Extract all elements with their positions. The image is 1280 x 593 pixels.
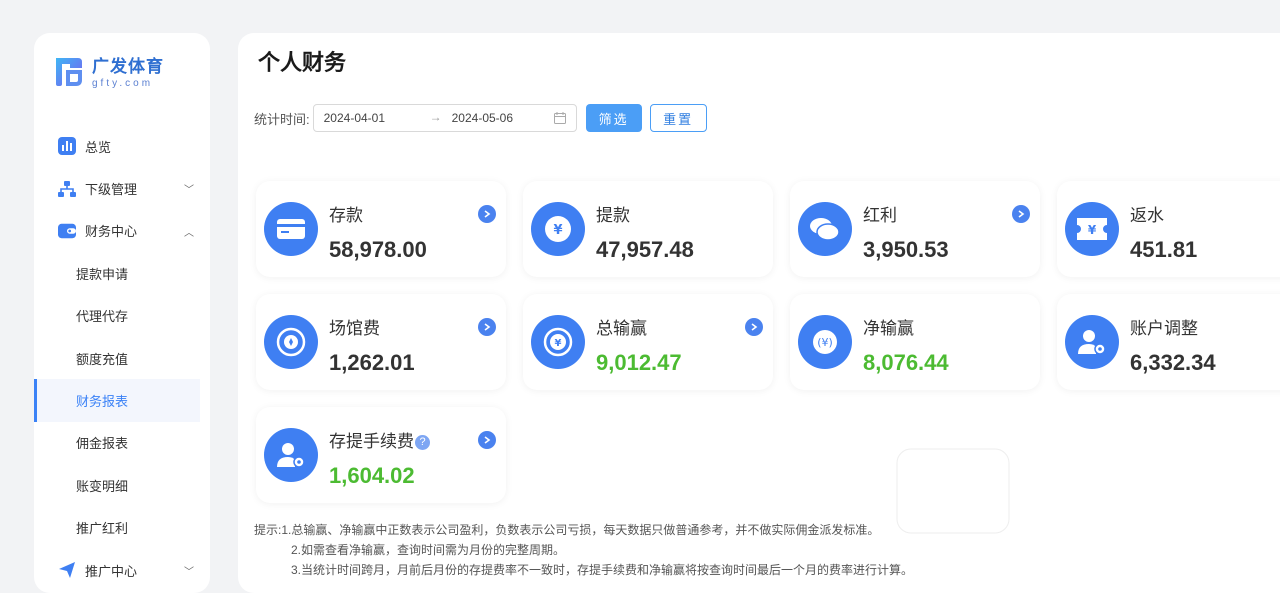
stat-value: 1,604.02 [329, 463, 415, 488]
sidebar-item-promotion-center[interactable]: 推广中心 ﹀ [34, 549, 210, 591]
calendar-icon[interactable] [553, 112, 566, 127]
stat-value: 1,262.01 [329, 350, 415, 375]
stat-card-account-adjust: 账户调整 6,332.34 [1057, 294, 1280, 390]
sidebar-item-quota-topup[interactable]: 额度充值 [34, 337, 210, 379]
bar-chart-icon [58, 137, 76, 156]
stat-label: 提款 [596, 206, 630, 225]
send-icon [58, 561, 76, 579]
brand-name: 广发体育 [92, 57, 164, 76]
start-date-input[interactable]: 2024-04-01 [324, 111, 385, 125]
stat-value: 58,978.00 [329, 237, 427, 262]
brand-logo[interactable]: 广发体育 gfty.com [52, 52, 164, 89]
sidebar: 广发体育 gfty.com 总览 下级管理 ﹀ 财务中心 ︿ 提款申请 代理代存… [34, 33, 210, 593]
venue-icon [264, 315, 318, 369]
main-panel: 个人财务 统计时间: 2024-04-01 → 2024-05-06 筛选 重置… [238, 33, 1280, 593]
tip-line-2: 2.如需查看净输赢，查询时间需为月份的完整周期。 [291, 543, 566, 557]
chevron-right-icon[interactable] [478, 431, 496, 449]
sidebar-item-account-changes[interactable]: 账变明细 [34, 464, 210, 506]
svg-text:¥: ¥ [553, 223, 562, 238]
chevron-right-icon[interactable] [478, 318, 496, 336]
stat-card-bonus[interactable]: 红利 3,950.53 [790, 181, 1040, 277]
stat-label: 返水 [1130, 206, 1164, 225]
user-gear-icon [264, 428, 318, 482]
stat-card-net-win-loss: (¥) 净输赢 8,076.44 [790, 294, 1040, 390]
card-icon [264, 202, 318, 256]
stat-label: 账户调整 [1130, 319, 1198, 338]
stat-card-total-win-loss[interactable]: ¥ 总输赢 9,012.47 [523, 294, 773, 390]
stat-label: 存款 [329, 206, 363, 225]
chevron-down-icon: ﹀ [184, 566, 194, 578]
sidebar-item-label: 财务中心 [85, 224, 138, 240]
brand-domain: gfty.com [92, 78, 154, 89]
user-gear-icon [1065, 315, 1119, 369]
stat-card-deposit[interactable]: 存款 58,978.00 [256, 181, 506, 277]
stat-label: 净输赢 [863, 319, 914, 338]
date-filter-bar: 统计时间: 2024-04-01 → 2024-05-06 筛选 重置 [254, 104, 707, 132]
sidebar-item-commission-report[interactable]: 佣金报表 [34, 422, 210, 464]
stat-label: 总输赢 [596, 319, 647, 338]
filter-label: 统计时间: [254, 111, 310, 127]
sidebar-item-label: 推广红利 [76, 521, 129, 537]
help-icon[interactable]: ? [415, 434, 430, 450]
reset-button[interactable]: 重置 [649, 104, 707, 132]
sidebar-item-promo-bonus[interactable]: 推广红利 [34, 507, 210, 549]
stat-label: 存提手续费? [329, 427, 430, 452]
stat-value: 8,076.44 [863, 350, 949, 375]
stat-label: 场馆费 [329, 319, 380, 338]
stat-label-text: 存提手续费 [329, 432, 414, 451]
yen-coin-icon: ¥ [531, 315, 585, 369]
org-tree-icon [58, 180, 76, 198]
stat-value: 6,332.34 [1130, 350, 1216, 375]
filter-button[interactable]: 筛选 [585, 104, 642, 132]
sidebar-item-label: 总览 [85, 139, 112, 155]
chevron-right-icon[interactable] [745, 318, 763, 336]
stat-card-venue-fee[interactable]: 场馆费 1,262.01 [256, 294, 506, 390]
svg-text:¥: ¥ [555, 338, 562, 349]
tip-line-1: 1.总输赢、净输赢中正数表示公司盈利，负数表示公司亏损，每天数据只做普通参考，并… [281, 523, 880, 537]
sidebar-item-label: 佣金报表 [76, 436, 129, 452]
coins-icon [798, 202, 852, 256]
sidebar-item-agent-deposit[interactable]: 代理代存 [34, 295, 210, 337]
stat-label: 红利 [863, 206, 897, 225]
stat-card-withdraw: ¥ 提款 47,957.48 [523, 181, 773, 277]
stat-value: 47,957.48 [596, 237, 694, 262]
sidebar-item-finance-center[interactable]: 财务中心 ︿ [34, 210, 210, 252]
date-range-picker[interactable]: 2024-04-01 → 2024-05-06 [312, 104, 577, 132]
sidebar-item-label: 下级管理 [85, 182, 138, 198]
sidebar-item-subordinates[interactable]: 下级管理 ﹀ [34, 167, 210, 209]
sidebar-item-overview[interactable]: 总览 [34, 125, 210, 167]
sidebar-item-finance-report[interactable]: 财务报表 [34, 379, 200, 422]
chevron-down-icon: ﹀ [184, 185, 194, 197]
chevron-right-icon[interactable] [478, 205, 496, 223]
sidebar-item-label: 推广中心 [85, 563, 138, 579]
stat-value: 9,012.47 [596, 350, 682, 375]
stat-value: 451.81 [1130, 237, 1198, 262]
end-date-input[interactable]: 2024-05-06 [452, 111, 513, 125]
chevron-right-icon[interactable] [1012, 205, 1030, 223]
svg-text:(¥): (¥) [817, 336, 833, 349]
sidebar-item-label: 提款申请 [76, 266, 129, 282]
range-arrow-icon: → [429, 110, 442, 124]
yen-ticket-icon: ¥ [1065, 202, 1119, 256]
sidebar-item-withdraw-request[interactable]: 提款申请 [34, 252, 210, 294]
svg-text:¥: ¥ [1088, 223, 1097, 237]
sidebar-item-label: 账变明细 [76, 478, 129, 494]
tips-text: 提示:1.总输赢、净输赢中正数表示公司盈利，负数表示公司亏损，每天数据只做普通参… [254, 520, 913, 580]
tip-line-3: 3.当统计时间跨月，月前后月份的存提费率不一致时，存提手续费和净输赢将按查询时间… [291, 563, 914, 577]
page-title: 个人财务 [258, 50, 347, 75]
stat-card-rebate: ¥ 返水 451.81 [1057, 181, 1280, 277]
stat-card-transaction-fee[interactable]: 存提手续费? 1,604.02 [256, 407, 506, 503]
brand-logo-mark [52, 54, 84, 88]
sidebar-item-label: 代理代存 [76, 309, 129, 325]
wallet-icon [58, 222, 76, 240]
tips-prefix: 提示: [254, 523, 282, 537]
chevron-up-icon: ︿ [184, 227, 194, 239]
yen-oval-icon: (¥) [798, 315, 852, 369]
sidebar-nav: 总览 下级管理 ﹀ 财务中心 ︿ 提款申请 代理代存 额度充值 财务报表 佣金报… [34, 125, 210, 591]
yen-circle-icon: ¥ [531, 202, 585, 256]
sidebar-item-label: 财务报表 [76, 394, 129, 410]
sidebar-item-label: 额度充值 [76, 351, 129, 367]
stat-value: 3,950.53 [863, 237, 949, 262]
